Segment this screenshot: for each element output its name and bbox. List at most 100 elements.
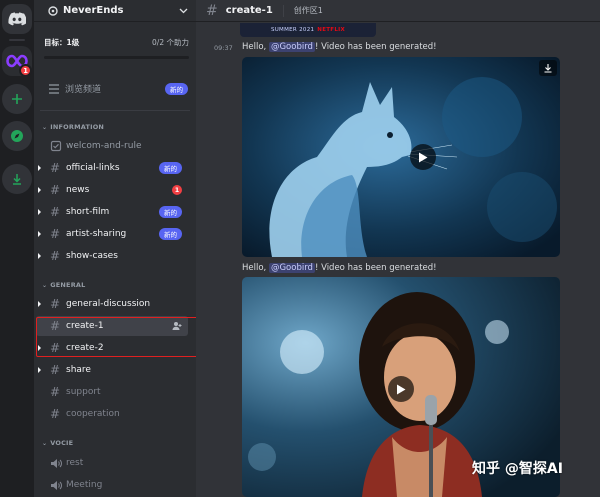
message-text: ! Video has been generated! [314,42,437,52]
channel-name: show-cases [66,251,118,261]
channel-welcom-and-rule[interactable]: welcom-and-rule [36,136,188,156]
video-attachment-cat[interactable] [242,57,560,257]
category-label: VOCIE [50,439,74,447]
server-mention-badge: 1 [19,64,32,77]
hash-icon: # [50,227,61,241]
channel-show-cases[interactable]: # show-cases [36,246,188,266]
unread-indicator [38,165,41,171]
play-button[interactable] [410,144,436,170]
category-label: INFORMATION [50,123,105,131]
new-pill: 新的 [159,162,182,174]
category-general[interactable]: ⌄ GENERAL [42,281,85,289]
new-pill: 新的 [165,82,188,95]
channel-support[interactable]: # support [36,382,188,402]
unread-indicator [38,253,41,259]
voice-channel-meeting[interactable]: Meeting [36,475,188,495]
server-icon [48,5,58,16]
voice-channel-rest[interactable]: rest [36,453,188,473]
mention-badge: 1 [172,185,182,195]
channel-name: short-film [66,207,110,217]
channel-name: Meeting [66,480,103,490]
download-apps-button[interactable] [2,164,32,194]
play-icon [419,152,428,162]
boost-goal[interactable]: 目标：1级 0/2 个助力 [44,37,189,59]
annotation-highlight-box [36,317,202,357]
cat-video-frame [242,57,560,257]
category-voice[interactable]: ⌄ VOCIE [42,439,73,447]
server-rail: 1 [0,0,34,497]
channel-short-film[interactable]: # short-film 新的 [36,202,188,222]
unread-indicator [38,209,41,215]
channel-general-discussion[interactable]: # general-discussion [36,294,188,314]
play-button[interactable] [388,376,414,402]
download-icon [13,174,21,185]
bot-message-2: Hello, @Goobird! Video has been generate… [242,263,437,273]
unread-indicator [38,231,41,237]
user-mention[interactable]: @Goobird [268,263,315,273]
hash-icon: # [50,249,61,263]
new-pill: 新的 [159,206,182,218]
compass-icon [11,130,23,142]
bot-message-1: Hello, @Goobird! Video has been generate… [242,42,437,52]
channel-name: support [66,387,101,397]
sidebar-divider [40,110,190,111]
browse-channels-button[interactable]: 浏览频道 新的 [48,82,188,95]
plus-icon [12,94,22,104]
chevron-down-icon: ⌄ [42,439,48,447]
browse-channels-label: 浏览频道 [65,85,102,95]
hash-icon: # [50,205,61,219]
channel-news[interactable]: # news 1 [36,180,188,200]
previous-video-thumbnail[interactable]: SUMMER 2021 NETFLIX [240,23,376,37]
hash-icon: # [50,385,61,399]
boost-goal-label: 目标：1级 [44,38,80,47]
channel-sidebar: NeverEnds 目标：1级 0/2 个助力 浏览频道 新的 ⌄ INFORM… [34,0,196,497]
hash-icon: # [50,297,61,311]
channel-topic: 创作区1 [293,6,323,15]
chevron-down-icon: ⌄ [42,123,48,131]
channel-official-links[interactable]: # official-links 新的 [36,158,188,178]
discord-home-button[interactable] [2,4,32,34]
channel-name: cooperation [66,409,120,419]
category-label: GENERAL [50,281,86,289]
channel-cooperation[interactable]: # cooperation [36,404,188,424]
hash-icon: # [50,363,61,377]
message-text: Hello, [242,42,269,52]
play-icon [397,384,406,394]
boost-progress-bar [44,56,189,59]
chevron-down-icon: ⌄ [42,281,48,289]
channel-title: create-1 [225,5,273,16]
new-pill: 新的 [159,228,182,240]
chat-main: # create-1 创作区1 SUMMER 2021 NETFLIX 09:3… [196,0,600,497]
thumbnail-caption: SUMMER 2021 [270,27,315,33]
message-text: Hello, [242,263,269,273]
user-mention[interactable]: @Goobird [268,42,315,52]
channel-name: welcom-and-rule [66,141,142,151]
list-icon [49,83,59,94]
download-attachment-button[interactable] [539,60,557,76]
channel-share[interactable]: # share [36,360,188,380]
hash-icon: # [50,407,61,421]
explore-servers-button[interactable] [2,121,32,151]
chevron-down-icon[interactable] [179,8,188,14]
header-divider [282,4,284,17]
message-text: ! Video has been generated! [314,263,437,273]
channel-header: # create-1 创作区1 [196,0,600,22]
channel-artist-sharing[interactable]: # artist-sharing 新的 [36,224,188,244]
speaker-icon [51,458,62,468]
watermark-text: 知乎 @智探AI [472,461,563,477]
rules-channel-icon [50,140,62,152]
channel-name: general-discussion [66,299,151,309]
hash-icon: # [50,161,61,175]
server-name: NeverEnds [63,5,124,16]
server-header[interactable]: NeverEnds [34,0,196,22]
download-icon [544,64,552,73]
channel-name: news [66,185,90,195]
channel-name: official-links [66,163,120,173]
category-information[interactable]: ⌄ INFORMATION [42,123,104,131]
add-server-button[interactable] [2,84,32,114]
rail-separator [9,39,25,41]
thumbnail-brand: NETFLIX [317,27,346,33]
hash-icon: # [206,2,218,19]
hash-icon: # [50,183,61,197]
channel-name: rest [66,458,84,468]
